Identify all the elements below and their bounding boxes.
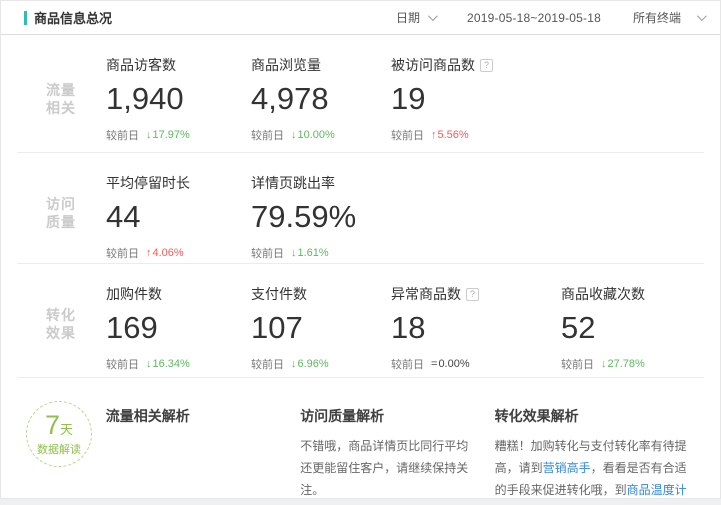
seven-day-insight-badge: 7天 数据解读 <box>26 401 92 467</box>
help-icon[interactable]: ? <box>480 59 493 72</box>
metric-value: 19 <box>391 82 561 116</box>
compare-label: 较前日 <box>106 245 139 261</box>
page-title: 商品信息总况 <box>34 8 112 27</box>
trend-down-icon: ↓ <box>291 247 297 259</box>
chevron-down-icon <box>428 11 438 21</box>
metric-value: 79.59% <box>251 200 391 234</box>
accent-bar <box>24 11 27 25</box>
terminal-label: 所有终端 <box>633 9 681 26</box>
group-label-conversion: 转化 效果 <box>1 264 106 377</box>
date-type-label: 日期 <box>396 9 420 26</box>
metric-avg-stay-duration: 平均停留时长 44 较前日 ↑4.06% <box>106 153 251 263</box>
metric-label: 平均停留时长 <box>106 173 190 193</box>
insight-quality: 访问质量解析 不错哦，商品详情页比同行平均还更能留住客户，请继续保持关注。 <box>300 378 494 502</box>
metric-label: 异常商品数 <box>391 284 461 304</box>
metric-value: 1,940 <box>106 82 251 116</box>
metric-detail-bounce-rate: 详情页跳出率 79.59% 较前日 ↓1.61% <box>251 153 391 263</box>
metric-product-visitors: 商品访客数 1,940 较前日 ↓17.97% <box>106 35 251 152</box>
metric-row-quality: 访问 质量 平均停留时长 44 较前日 ↑4.06% 详情页跳出率 79.59%… <box>1 153 720 263</box>
metric-row-conversion: 转化 效果 加购件数 169 较前日 ↓16.34% 支付件数 107 较前日 … <box>1 264 720 377</box>
trend-up-icon: ↑ <box>146 247 152 259</box>
insight-body: 糟糕！加购转化与支付转化率有待提高，请到营销高手，看看是否有合适的手段来促进转化… <box>495 435 698 505</box>
compare-label: 较前日 <box>391 127 424 143</box>
metric-row-traffic: 流量 相关 商品访客数 1,940 较前日 ↓17.97% 商品浏览量 4,97… <box>1 35 720 152</box>
compare-label: 较前日 <box>251 356 284 372</box>
header-controls: 日期 2019-05-18~2019-05-18 所有终端 <box>396 9 704 26</box>
metric-cart-add-items: 加购件数 169 较前日 ↓16.34% <box>106 264 251 377</box>
product-thermometer-link[interactable]: 商品温度计 <box>627 483 687 497</box>
metric-value: 107 <box>251 311 391 345</box>
metric-label: 商品浏览量 <box>251 55 321 75</box>
metric-value: 4,978 <box>251 82 391 116</box>
metric-label: 详情页跳出率 <box>251 173 335 193</box>
marketing-master-link[interactable]: 营销高手 <box>543 461 591 475</box>
change-percent: 0.00% <box>438 358 469 370</box>
compare-label: 较前日 <box>561 356 594 372</box>
metric-label: 加购件数 <box>106 284 162 304</box>
terminal-dropdown[interactable]: 所有终端 <box>633 9 704 26</box>
product-overview-card: 商品信息总况 日期 2019-05-18~2019-05-18 所有终端 流量 … <box>0 0 721 499</box>
metric-label: 支付件数 <box>251 284 307 304</box>
compare-label: 较前日 <box>106 127 139 143</box>
insight-heading: 流量相关解析 <box>106 406 285 426</box>
change-percent: 17.97% <box>153 129 190 141</box>
compare-label: 较前日 <box>251 127 284 143</box>
trend-up-icon: ↑ <box>431 129 437 141</box>
badge-unit: 天 <box>60 422 73 437</box>
insight-heading: 访问质量解析 <box>300 406 479 426</box>
compare-label: 较前日 <box>251 245 284 261</box>
change-percent: 10.00% <box>298 129 335 141</box>
trend-flat-icon: = <box>431 358 437 370</box>
date-type-dropdown[interactable]: 日期 <box>396 9 435 26</box>
metric-value: 52 <box>561 311 645 345</box>
trend-down-icon: ↓ <box>291 129 297 141</box>
badge-caption: 数据解读 <box>37 441 81 457</box>
insight-conversion: 转化效果解析 糟糕！加购转化与支付转化率有待提高，请到营销高手，看看是否有合适的… <box>495 378 720 502</box>
metric-label: 商品收藏次数 <box>561 284 645 304</box>
insight-badge-wrap: 7天 数据解读 <box>1 378 106 502</box>
insight-traffic: 流量相关解析 <box>106 378 300 502</box>
header-bar: 商品信息总况 日期 2019-05-18~2019-05-18 所有终端 <box>1 1 720 35</box>
insight-section: 7天 数据解读 流量相关解析 访问质量解析 不错哦，商品详情页比同行平均还更能留… <box>1 378 720 502</box>
change-percent: 6.96% <box>298 358 329 370</box>
insight-heading: 转化效果解析 <box>495 406 698 426</box>
badge-number: 7 <box>45 410 60 440</box>
compare-label: 较前日 <box>391 356 424 372</box>
metric-label: 被访问商品数 <box>391 55 475 75</box>
metric-label: 商品访客数 <box>106 55 176 75</box>
metric-product-pageviews: 商品浏览量 4,978 较前日 ↓10.00% <box>251 35 391 152</box>
metric-abnormal-products: 异常商品数 ? 18 较前日 =0.00% <box>391 264 561 377</box>
trend-down-icon: ↓ <box>291 358 297 370</box>
metric-value: 44 <box>106 200 251 234</box>
change-percent: 5.56% <box>438 129 469 141</box>
group-label-quality: 访问 质量 <box>1 153 106 263</box>
group-label-traffic: 流量 相关 <box>1 35 106 152</box>
metric-favorites-count: 商品收藏次数 52 较前日 ↓27.78% <box>561 264 645 377</box>
trend-down-icon: ↓ <box>601 358 607 370</box>
change-percent: 16.34% <box>153 358 190 370</box>
change-percent: 27.78% <box>608 358 645 370</box>
insight-body: 不错哦，商品详情页比同行平均还更能留住客户，请继续保持关注。 <box>300 435 479 502</box>
metric-visited-products: 被访问商品数 ? 19 较前日 ↑5.56% <box>391 35 561 152</box>
trend-down-icon: ↓ <box>146 129 152 141</box>
chevron-down-icon <box>697 11 707 21</box>
metric-value: 169 <box>106 311 251 345</box>
metric-value: 18 <box>391 311 561 345</box>
change-percent: 4.06% <box>153 247 184 259</box>
change-percent: 1.61% <box>298 247 329 259</box>
title-wrap: 商品信息总况 <box>24 8 112 27</box>
help-icon[interactable]: ? <box>466 288 479 301</box>
trend-down-icon: ↓ <box>146 358 152 370</box>
date-range-picker[interactable]: 2019-05-18~2019-05-18 <box>467 11 601 25</box>
metric-paid-items: 支付件数 107 较前日 ↓6.96% <box>251 264 391 377</box>
compare-label: 较前日 <box>106 356 139 372</box>
